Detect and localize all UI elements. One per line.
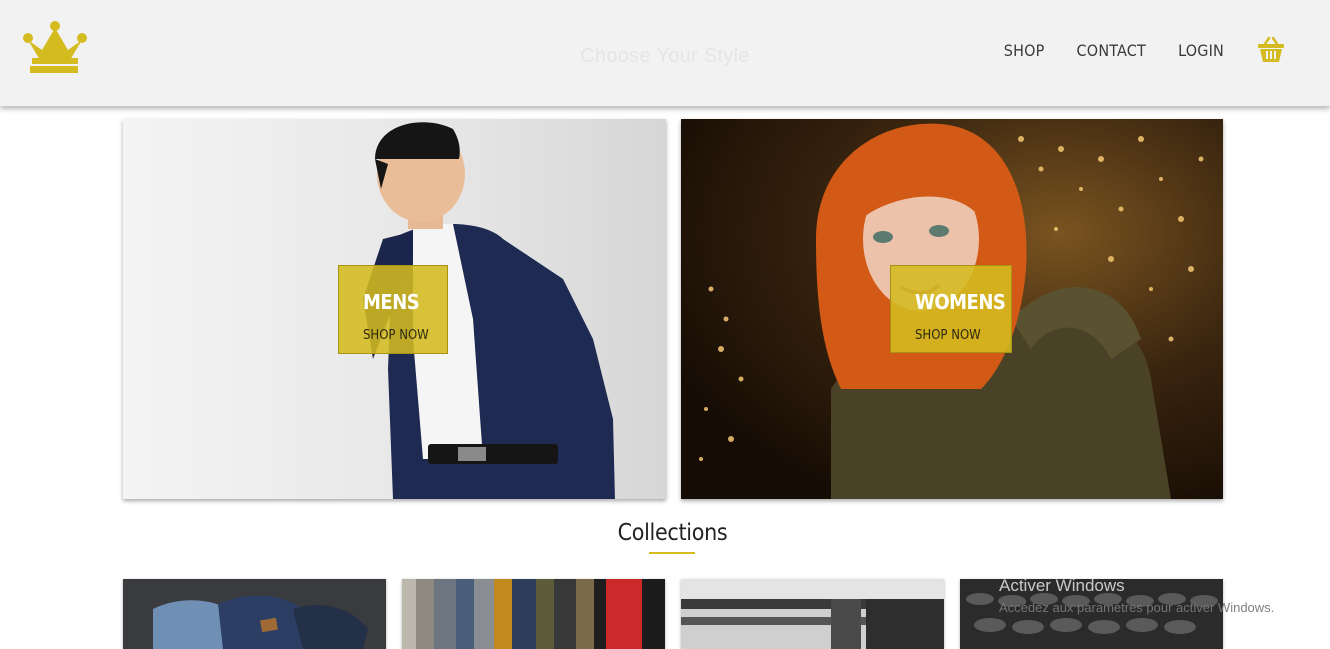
mens-title: MENS (363, 290, 420, 314)
main-nav: SHOP CONTACT LOGIN (972, 36, 1286, 64)
womens-title: WOMENS (915, 290, 1006, 314)
nav-contact[interactable]: CONTACT (1077, 41, 1147, 60)
accessories-image (681, 579, 944, 649)
collections-title: Collections (617, 520, 728, 546)
mens-shop-now[interactable]: SHOP NOW (363, 328, 447, 343)
watermark-subtitle: Accédez aux paramètres pour activer Wind… (999, 600, 1275, 615)
womens-card[interactable]: WOMENS SHOP NOW (681, 119, 1223, 499)
collection-jeans-thumb[interactable] (123, 579, 386, 649)
mens-overlay[interactable]: MENS SHOP NOW (338, 265, 448, 354)
collections-underline (649, 552, 695, 554)
nav-login[interactable]: LOGIN (1178, 41, 1224, 60)
mens-card[interactable]: MENS SHOP NOW (123, 119, 666, 499)
collection-shirts-thumb[interactable] (402, 579, 665, 649)
site-header: Choose Your Style SHOP CONTACT LOGIN (0, 0, 1330, 106)
windows-activation-watermark: Activer Windows Accédez aux paramètres p… (999, 576, 1274, 615)
basket-icon[interactable] (1256, 36, 1286, 64)
womens-overlay[interactable]: WOMENS SHOP NOW (890, 265, 1012, 353)
nav-shop[interactable]: SHOP (1004, 41, 1045, 60)
watermark-title: Activer Windows (999, 576, 1125, 595)
womens-shop-now[interactable]: SHOP NOW (915, 328, 1011, 343)
collection-accessories-thumb[interactable] (681, 579, 944, 649)
jeans-image (123, 579, 386, 649)
shirts-image (402, 579, 665, 649)
